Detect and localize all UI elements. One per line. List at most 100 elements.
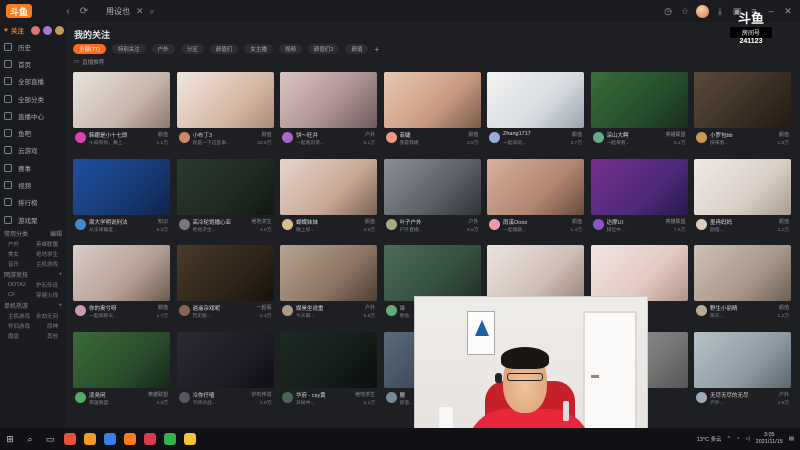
stream-card[interactable]: 叶子户外 户外 户外直播... 6.6万 <box>383 158 481 239</box>
category-link[interactable]: 美女 <box>8 250 19 258</box>
douyu-logo[interactable]: 斗鱼 <box>0 0 60 22</box>
streamer-name[interactable]: 深山大鳄 <box>607 131 629 139</box>
stream-card[interactable]: 野生小丽睛 颜值 聊天... 1.2万 <box>694 245 791 325</box>
network-icon[interactable]: ◔ <box>736 436 739 442</box>
stream-thumbnail[interactable] <box>383 245 481 301</box>
stream-thumbnail[interactable] <box>590 158 688 215</box>
stream-category[interactable]: 颜值 <box>572 218 582 225</box>
category-link[interactable]: 怀旧游戏 <box>8 322 30 330</box>
stream-thumbnail[interactable] <box>383 72 481 128</box>
stream-category[interactable]: 颜值 <box>468 131 478 138</box>
streamer-avatar[interactable] <box>385 391 397 403</box>
stream-category[interactable]: 户外 <box>365 131 375 138</box>
stream-card[interactable]: 菲婕 颜值 我是菲婕 2.5万 <box>383 72 481 152</box>
streamer-avatar[interactable] <box>178 305 190 316</box>
stream-card[interactable]: 饼～旺井 户外 一起看风景... 8.1万 <box>280 72 377 152</box>
category-link[interactable]: 主机游戏 <box>8 312 30 320</box>
task-view-icon[interactable]: ▭ <box>40 428 60 450</box>
streamer-name[interactable]: Zhang1717 <box>503 131 531 137</box>
stream-card[interactable]: 深山大鳄 英雄联盟 一起来看... 5.2万 <box>590 72 688 152</box>
streamer-name[interactable]: 达摩UI <box>607 218 624 226</box>
stream-thumbnail[interactable] <box>73 72 170 128</box>
tray-arrow-icon[interactable]: ^ <box>728 436 731 442</box>
streamer-name[interactable]: 高冷轮饱播心亚 <box>193 218 232 226</box>
streamer-name[interactable]: 娱昊坐说重 <box>296 304 324 312</box>
stream-category[interactable]: 绝地求生 <box>251 218 271 225</box>
taskbar-search-icon[interactable]: ⌕ <box>20 428 40 450</box>
streamer-avatar[interactable] <box>178 391 190 403</box>
stream-category[interactable]: 颜值 <box>261 131 271 138</box>
filter-chip[interactable]: 颜值 <box>345 44 369 54</box>
stream-card[interactable]: 小罗包bb 颜值 快来看... 1.8万 <box>694 72 791 152</box>
filter-chip[interactable]: 视频 <box>278 44 302 54</box>
streamer-name[interactable]: 野生小丽睛 <box>710 304 738 312</box>
sidebar-item[interactable]: 全部分类 <box>0 90 66 107</box>
stream-category[interactable]: 英雄联盟 <box>148 391 168 398</box>
stream-category[interactable]: 颜值 <box>779 304 789 311</box>
taskbar-app-icon[interactable] <box>100 428 120 450</box>
taskbar-app-icon[interactable] <box>180 428 200 450</box>
streamer-avatar[interactable] <box>282 218 293 230</box>
streamer-name[interactable]: 墨冉妈妈 <box>710 218 732 226</box>
stream-category[interactable]: 颜值 <box>779 131 789 138</box>
streamer-avatar[interactable] <box>592 132 604 143</box>
search-icon[interactable]: ⌕ <box>150 6 155 17</box>
category-link[interactable]: 永劫无间 <box>36 312 58 320</box>
streamer-name[interactable]: 逍遥杂戏呢 <box>193 304 221 312</box>
category-link[interactable]: 户外 <box>8 240 19 248</box>
streamer-name[interactable]: 叶子户外 <box>400 218 422 226</box>
notification-icon[interactable]: ▤ <box>789 436 794 442</box>
streamer-avatar[interactable] <box>282 132 293 143</box>
stream-thumbnail[interactable] <box>694 72 791 128</box>
streamer-name[interactable]: 凌尧闲 <box>89 391 106 399</box>
streamer-avatar[interactable] <box>489 132 500 143</box>
category-link[interactable]: 绝地求生 <box>36 250 58 258</box>
stream-thumbnail[interactable] <box>487 72 584 128</box>
stream-category[interactable]: 户外 <box>365 304 375 311</box>
stream-card[interactable]: 逍遥杂戏呢 一起看 历史剧... 2.3万 <box>176 245 274 325</box>
history-icon[interactable]: ◷ <box>662 5 674 17</box>
taskbar-app-icon[interactable] <box>120 428 140 450</box>
sidebar-follow[interactable]: ♥ 关注 <box>0 22 66 38</box>
stream-card[interactable]: 华府 - csy黄 绝地求生 对局中... 6.1万 <box>280 331 377 412</box>
taskbar-app-icon[interactable] <box>80 428 100 450</box>
stream-thumbnail[interactable] <box>280 331 377 388</box>
category-link[interactable]: 主机游戏 <box>36 260 58 268</box>
streamer-name[interactable]: 你的奥兮呀 <box>89 304 117 312</box>
star-icon[interactable]: ☆ <box>679 5 691 17</box>
stream-thumbnail[interactable] <box>176 331 274 388</box>
streamer-name[interactable]: 冷 <box>400 304 406 312</box>
streamer-name[interactable]: 周大学明说刑法 <box>89 218 128 226</box>
stream-thumbnail[interactable] <box>487 245 584 301</box>
close-icon[interactable]: ✕ <box>782 5 794 17</box>
streamer-name[interactable]: 韩娜是小十七即 <box>89 131 128 139</box>
stream-card[interactable]: 周大学明说刑法 知识 从法律角度... 9.3万 <box>73 158 170 239</box>
taskbar-app-icon[interactable] <box>60 428 80 450</box>
stream-thumbnail[interactable] <box>590 245 688 301</box>
stream-category[interactable]: 绝地求生 <box>355 391 375 398</box>
browser-tab[interactable]: 用设也 ✕ ⌕ <box>100 0 161 22</box>
taskbar-app-icon[interactable] <box>140 428 160 450</box>
sidebar-item[interactable]: 赛事 <box>0 159 66 176</box>
volume-icon[interactable]: ◁ <box>745 436 749 442</box>
stream-thumbnail[interactable] <box>590 72 688 128</box>
streamer-avatar[interactable] <box>75 391 86 403</box>
stream-category[interactable]: 颜值 <box>158 304 168 311</box>
stream-category[interactable]: 户外 <box>779 391 789 398</box>
category-link[interactable]: 英雄联盟 <box>36 240 58 248</box>
stream-thumbnail[interactable] <box>73 331 170 388</box>
stream-category[interactable]: 一起看 <box>256 304 271 311</box>
filter-chip[interactable]: 颜值们 <box>209 44 239 54</box>
stream-category[interactable]: 炉石传说 <box>251 391 271 398</box>
stream-card[interactable]: Zhang1717 颜值 一起来玩... 3.7万 <box>487 72 584 152</box>
weather-label[interactable]: 13°C 多云 <box>697 435 722 443</box>
streamer-avatar[interactable] <box>696 391 707 403</box>
streamer-avatar[interactable] <box>385 132 397 143</box>
stream-thumbnail[interactable] <box>280 245 377 301</box>
streamer-avatar[interactable] <box>178 218 190 230</box>
category-link[interactable]: 炉石传说 <box>36 281 58 289</box>
filter-chip[interactable]: 女主播 <box>244 44 273 54</box>
streamer-avatar[interactable] <box>489 218 500 230</box>
streamer-avatar[interactable] <box>696 305 707 316</box>
streamer-avatar[interactable] <box>696 132 707 143</box>
